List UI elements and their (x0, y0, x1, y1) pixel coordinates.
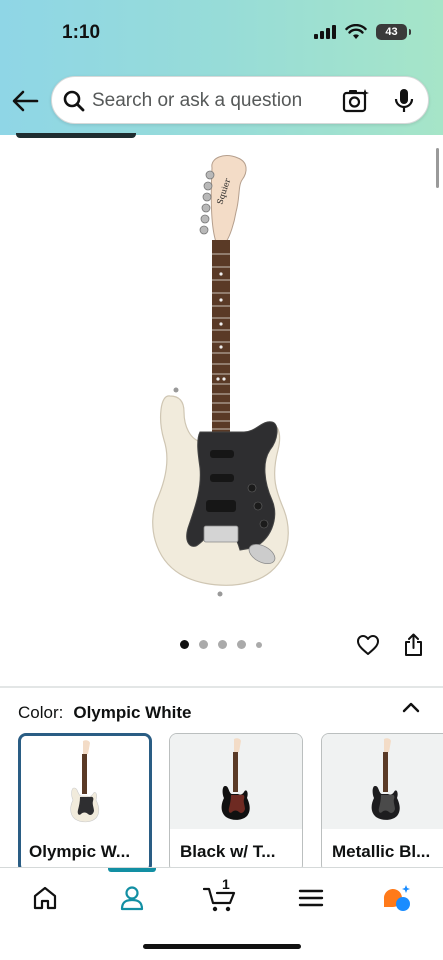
active-tab-indicator (108, 868, 156, 872)
battery-icon: 43 (376, 24, 411, 40)
status-time: 1:10 (62, 22, 101, 43)
camera-search-icon[interactable] (342, 88, 370, 114)
home-icon[interactable] (30, 883, 60, 913)
section-divider (0, 686, 443, 688)
cellular-signal-icon (314, 25, 336, 39)
back-arrow-icon[interactable] (11, 87, 39, 115)
color-option-black-tortoise[interactable]: Black w/ T... (169, 733, 303, 873)
search-input[interactable] (92, 87, 342, 115)
color-label: Color: (18, 703, 64, 722)
image-carousel-dots[interactable] (180, 640, 262, 649)
color-option-label: Metallic Bl... (332, 842, 431, 861)
color-option-thumbnail (21, 736, 149, 831)
carousel-dot-active[interactable] (180, 640, 189, 649)
home-indicator (143, 944, 301, 949)
carousel-dot[interactable] (256, 641, 262, 648)
account-icon[interactable] (117, 883, 147, 913)
color-option-thumbnail (170, 734, 302, 829)
color-option-thumbnail (322, 734, 443, 829)
cart-icon[interactable] (203, 883, 237, 913)
share-icon[interactable] (403, 633, 424, 657)
color-option-metallic-black[interactable]: Metallic Bl... (321, 733, 443, 873)
search-bar[interactable] (51, 76, 429, 124)
previous-section-tab (16, 133, 136, 138)
scrollbar[interactable] (436, 148, 439, 188)
status-icons: 43 (314, 24, 411, 40)
selected-color-name: Olympic White (73, 703, 192, 722)
rufus-icon[interactable] (381, 883, 413, 913)
heart-icon[interactable] (356, 634, 380, 656)
color-selector-header: Color: Olympic White (18, 703, 191, 723)
microphone-icon[interactable] (392, 88, 416, 114)
color-option-label: Black w/ T... (180, 842, 276, 861)
search-icon (63, 90, 85, 112)
menu-icon[interactable] (296, 883, 326, 913)
wifi-icon (345, 24, 367, 39)
color-option-olympic-white[interactable]: Olympic W... (18, 733, 152, 873)
cart-count-badge: 1 (222, 876, 230, 892)
header: 1:10 43 (0, 0, 443, 135)
carousel-dot[interactable] (218, 640, 227, 649)
color-option-label: Olympic W... (29, 842, 131, 861)
carousel-dot[interactable] (199, 640, 208, 649)
product-image-guitar[interactable]: Squier (140, 150, 310, 600)
carousel-dot[interactable] (237, 640, 246, 649)
chevron-up-icon[interactable] (402, 700, 420, 714)
